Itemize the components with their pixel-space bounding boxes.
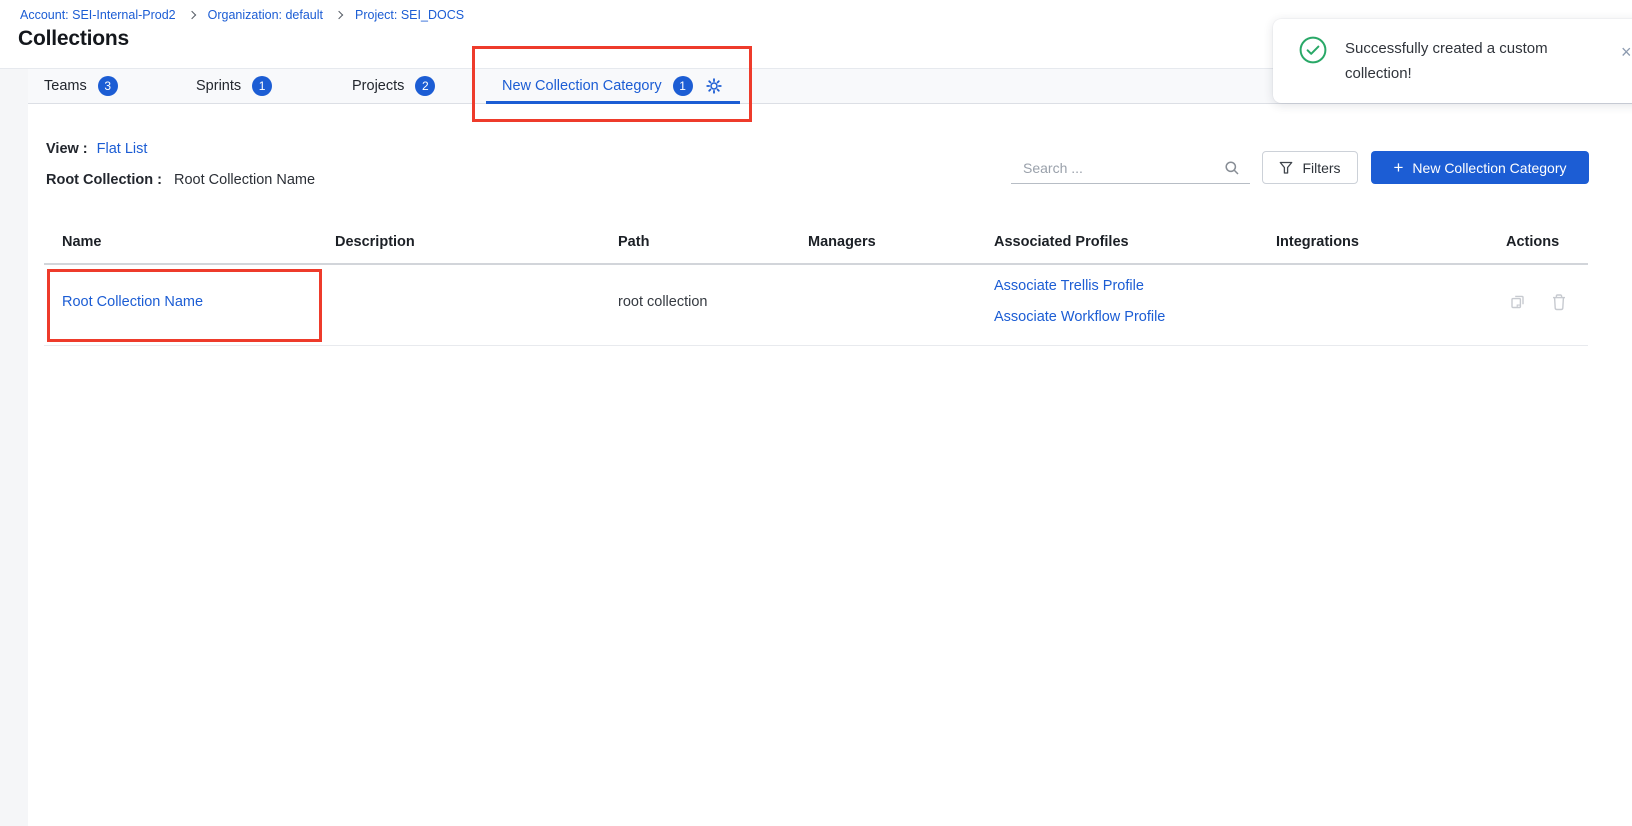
- tab-sprints[interactable]: Sprints 1: [196, 69, 272, 103]
- filters-button[interactable]: Filters: [1262, 151, 1358, 184]
- view-selector-line: View : Flat List: [46, 141, 147, 157]
- tab-sprints-label: Sprints: [196, 78, 241, 94]
- active-tab-underline: [486, 101, 740, 104]
- chevron-right-icon: [187, 11, 195, 19]
- success-toast: Successfully created a custom collection…: [1273, 19, 1632, 103]
- tab-teams-label: Teams: [44, 78, 87, 94]
- search-box: [1011, 152, 1250, 184]
- column-header-actions: Actions: [1506, 234, 1559, 250]
- tab-new-collection-category-label: New Collection Category: [502, 78, 662, 94]
- tab-projects-label: Projects: [352, 78, 404, 94]
- search-icon: [1224, 160, 1240, 176]
- view-label: View :: [46, 141, 88, 157]
- tab-teams-count-badge: 3: [98, 76, 118, 96]
- tab-teams[interactable]: Teams 3: [44, 69, 118, 103]
- new-collection-category-button-label: New Collection Category: [1412, 160, 1566, 176]
- filter-funnel-icon: [1279, 161, 1293, 175]
- root-collection-value: Root Collection Name: [174, 172, 315, 188]
- search-input[interactable]: [1011, 160, 1224, 176]
- plus-icon: +: [1393, 159, 1403, 176]
- root-collection-label: Root Collection :: [46, 172, 162, 188]
- breadcrumb-account-link[interactable]: Account: SEI-Internal-Prod2: [20, 8, 176, 22]
- copy-icon[interactable]: [1508, 292, 1528, 312]
- column-header-name: Name: [62, 234, 102, 250]
- new-collection-category-button[interactable]: + New Collection Category: [1371, 151, 1589, 184]
- collections-page: Account: SEI-Internal-Prod2 Organization…: [0, 0, 1632, 826]
- gear-icon[interactable]: [706, 78, 722, 94]
- tab-sprints-count-badge: 1: [252, 76, 272, 96]
- table-row: Root Collection Name root collection Ass…: [44, 265, 1588, 346]
- breadcrumb-project-link[interactable]: Project: SEI_DOCS: [355, 8, 464, 22]
- filters-button-label: Filters: [1302, 160, 1340, 176]
- associate-workflow-profile-link[interactable]: Associate Workflow Profile: [994, 309, 1165, 325]
- column-header-integrations: Integrations: [1276, 234, 1359, 250]
- tab-projects-count-badge: 2: [415, 76, 435, 96]
- tab-new-collection-category[interactable]: New Collection Category 1: [502, 69, 722, 103]
- toast-message: Successfully created a custom collection…: [1345, 36, 1585, 86]
- trash-icon[interactable]: [1549, 292, 1569, 312]
- column-header-managers: Managers: [808, 234, 876, 250]
- chevron-right-icon: [335, 11, 343, 19]
- tab-new-collection-category-count-badge: 1: [673, 76, 693, 96]
- column-header-associated-profiles: Associated Profiles: [994, 234, 1129, 250]
- collection-name-link[interactable]: Root Collection Name: [62, 294, 203, 310]
- column-header-path: Path: [618, 234, 649, 250]
- tab-projects[interactable]: Projects 2: [352, 69, 435, 103]
- root-collection-line: Root Collection : Root Collection Name: [46, 172, 315, 188]
- view-flat-list-link[interactable]: Flat List: [97, 141, 148, 157]
- page-title: Collections: [18, 27, 129, 51]
- collection-path-cell: root collection: [618, 294, 707, 310]
- breadcrumb-organization-link[interactable]: Organization: default: [208, 8, 323, 22]
- left-rail: [0, 69, 28, 826]
- column-header-description: Description: [335, 234, 415, 250]
- breadcrumb: Account: SEI-Internal-Prod2 Organization…: [20, 8, 464, 22]
- success-check-icon: [1299, 36, 1327, 69]
- close-icon[interactable]: ×: [1617, 39, 1632, 65]
- associate-trellis-profile-link[interactable]: Associate Trellis Profile: [994, 278, 1144, 294]
